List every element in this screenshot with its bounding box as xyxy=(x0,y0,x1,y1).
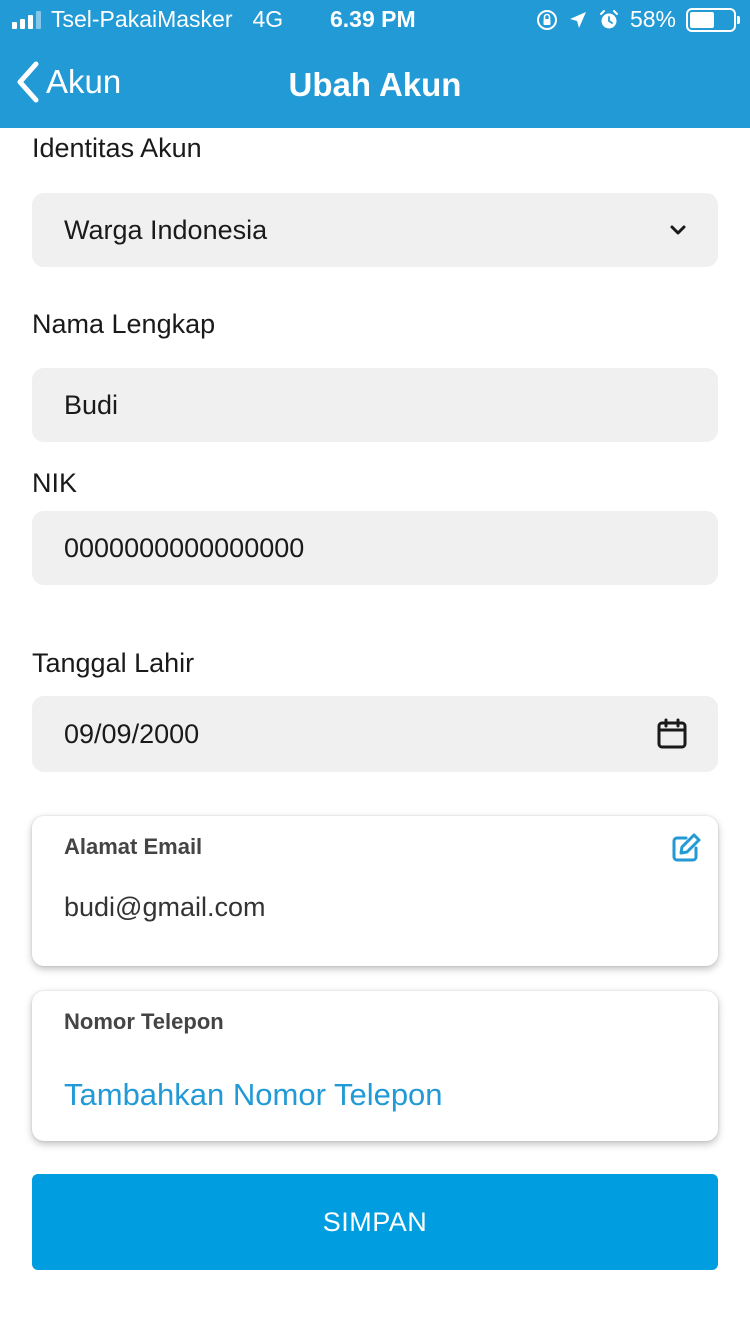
status-time: 6.39 PM xyxy=(330,6,416,32)
edit-icon[interactable] xyxy=(670,832,702,869)
network-type: 4G xyxy=(252,6,284,32)
signal-icon xyxy=(12,10,41,29)
battery-level xyxy=(690,11,715,28)
email-value: budi@gmail.com xyxy=(64,892,266,922)
orientation-lock-icon xyxy=(536,9,557,30)
add-phone-link[interactable]: Tambahkan Nomor Telepon xyxy=(64,1077,443,1113)
nik-value: 0000000000000000 xyxy=(64,532,305,563)
save-button[interactable]: SIMPAN xyxy=(32,1174,718,1270)
alarm-icon xyxy=(599,9,618,28)
full-name-value: Budi xyxy=(64,389,119,420)
carrier-name: Tsel-PakaiMasker xyxy=(51,6,233,32)
identity-value: Warga Indonesia xyxy=(64,214,268,245)
location-arrow-icon xyxy=(569,11,586,28)
status-right: 58% xyxy=(536,6,740,33)
identity-label: Identitas Akun xyxy=(32,133,202,163)
battery-percent: 58% xyxy=(629,6,676,32)
page-title: Ubah Akun xyxy=(288,66,462,103)
email-card: Alamat Email budi@gmail.com xyxy=(32,816,718,966)
calendar-icon[interactable] xyxy=(656,718,688,750)
chevron-down-icon xyxy=(668,223,688,237)
status-left: Tsel-PakaiMasker 4G xyxy=(12,6,283,33)
nik-label: NIK xyxy=(32,468,78,498)
identity-select[interactable]: Warga Indonesia xyxy=(32,193,718,267)
phone-title: Nomor Telepon xyxy=(64,1009,224,1034)
email-title: Alamat Email xyxy=(64,834,203,859)
birth-date-value: 09/09/2000 xyxy=(64,718,200,749)
nik-input[interactable]: 0000000000000000 xyxy=(32,511,718,585)
phone-card: Nomor Telepon Tambahkan Nomor Telepon xyxy=(32,991,718,1141)
birth-date-label: Tanggal Lahir xyxy=(32,648,195,678)
birth-date-input[interactable]: 09/09/2000 xyxy=(32,696,718,772)
status-bar: Tsel-PakaiMasker 4G 6.39 PM 58% xyxy=(0,0,750,40)
nav-bar: Akun Ubah Akun xyxy=(0,50,750,120)
full-name-input[interactable]: Budi xyxy=(32,368,718,442)
full-name-label: Nama Lengkap xyxy=(32,309,216,339)
battery-icon xyxy=(686,7,740,32)
app-header: Tsel-PakaiMasker 4G 6.39 PM 58% Akun Uba… xyxy=(0,0,750,128)
